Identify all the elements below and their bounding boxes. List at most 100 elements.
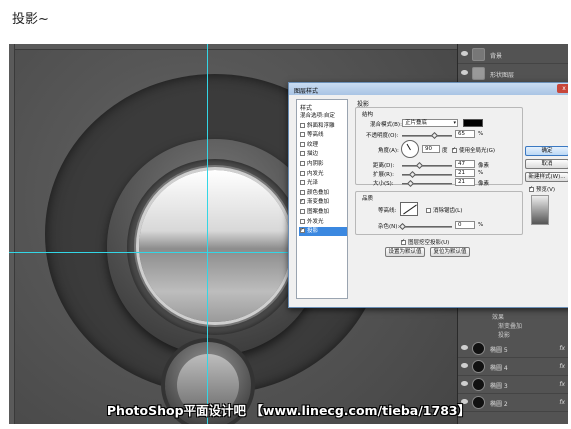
checkbox[interactable] [300, 226, 305, 235]
eye-icon[interactable] [461, 381, 468, 386]
eye-icon[interactable] [461, 363, 468, 368]
effects-label: 效果 [492, 314, 505, 321]
spread-input[interactable]: 21 [455, 169, 475, 177]
distance-input[interactable]: 47 [455, 160, 475, 168]
style-item[interactable]: 纹理 [299, 141, 347, 150]
checkbox[interactable] [300, 132, 305, 138]
set-default-button[interactable]: 设置为默认值 [385, 247, 425, 257]
fx-icon[interactable]: fx [559, 345, 565, 352]
checkbox[interactable] [300, 170, 305, 176]
style-item[interactable]: 内阴影 [299, 160, 347, 169]
pixel-unit: 像素 [478, 181, 490, 187]
style-item[interactable]: 斜面和浮雕 [299, 122, 347, 131]
effect-item[interactable]: 渐变叠加 [498, 321, 522, 330]
checkbox[interactable] [300, 161, 305, 166]
eye-icon[interactable] [461, 345, 468, 350]
style-item[interactable]: 混合选项:自定 [299, 112, 347, 121]
horizontal-ruler[interactable] [9, 44, 457, 50]
global-light-checkbox[interactable]: 使用全局光(G) [452, 146, 495, 154]
fx-icon[interactable]: fx [559, 363, 565, 370]
knockout-label: 图层挖空投影(U) [408, 240, 450, 246]
slider-handle[interactable] [415, 161, 424, 170]
style-item-label: 混合选项:自定 [300, 113, 335, 119]
layer-row[interactable]: 椭圆 3 fx [458, 376, 568, 394]
knockout-checkbox[interactable]: 图层挖空投影(U) [401, 238, 449, 246]
opacity-slider[interactable] [402, 131, 452, 140]
style-item-label: 描边 [307, 151, 319, 158]
layer-row[interactable]: 椭圆 5 fx [458, 340, 568, 358]
antialias-checkbox[interactable]: 消除锯齿(L) [426, 206, 462, 214]
style-item[interactable]: 等高线 [299, 131, 347, 140]
size-slider[interactable] [402, 179, 452, 188]
contour-picker[interactable] [400, 202, 418, 216]
vertical-ruler[interactable] [9, 44, 15, 424]
layer-row[interactable]: 椭圆 4 fx [458, 358, 568, 376]
style-item-label: 颜色叠加 [307, 189, 330, 196]
angle-input[interactable]: 90 [422, 145, 440, 153]
noise-label: 杂色(N): [378, 224, 400, 230]
style-item-label: 图案叠加 [307, 209, 330, 215]
checkbox[interactable] [300, 189, 305, 195]
style-item[interactable]: 渐变叠加 [299, 197, 347, 207]
checkbox[interactable] [300, 122, 305, 128]
checkbox[interactable] [300, 151, 305, 157]
checkbox[interactable] [452, 146, 457, 153]
size-input[interactable]: 21 [455, 178, 475, 186]
opacity-input[interactable]: 65 [455, 130, 475, 138]
percent-unit: % [478, 222, 484, 228]
layer-thumbnail [472, 378, 485, 391]
layer-name: 背景 [490, 53, 503, 60]
checkbox[interactable] [300, 141, 305, 147]
eye-icon[interactable] [461, 51, 468, 56]
noise-input[interactable]: 0 [455, 221, 475, 229]
noise-slider[interactable] [398, 222, 452, 231]
shadow-color-swatch[interactable] [463, 119, 483, 127]
style-item-label: 光泽 [307, 180, 319, 187]
effect-item[interactable]: 投影 [498, 330, 510, 339]
preview-checkbox[interactable]: 预览(V) [529, 185, 555, 193]
slider-handle[interactable] [406, 179, 415, 188]
percent-unit: % [478, 170, 484, 176]
checkbox[interactable] [300, 218, 305, 224]
slider-handle[interactable] [430, 131, 438, 140]
photoshop-screenshot: 背景 形状图层 效果 渐变叠加 投影 椭圆 5 fx 椭圆 4 fx 椭圆 3 … [9, 44, 568, 424]
style-item-label: 投影 [307, 228, 319, 235]
layer-row[interactable]: 背景 [458, 46, 568, 64]
checkbox[interactable] [401, 238, 406, 245]
style-item[interactable]: 光泽 [299, 179, 347, 188]
dialog-titlebar[interactable]: 图层样式 x [289, 83, 568, 95]
style-item[interactable]: 投影 [299, 226, 347, 237]
style-item-label: 等高线 [307, 132, 324, 139]
checkbox[interactable] [300, 197, 305, 206]
structure-title: 结构 [362, 112, 374, 118]
slider-handle[interactable] [408, 170, 417, 179]
eye-icon[interactable] [461, 70, 468, 75]
slider-handle[interactable] [398, 222, 407, 231]
cancel-button[interactable]: 取消 [525, 159, 568, 169]
reset-default-button[interactable]: 复位为默认值 [430, 247, 470, 257]
style-item[interactable]: 外发光 [299, 218, 347, 227]
style-item[interactable]: 图案叠加 [299, 208, 347, 217]
close-icon[interactable]: x [557, 84, 568, 93]
distance-slider[interactable] [402, 161, 452, 170]
checkbox[interactable] [300, 180, 305, 186]
checkbox[interactable] [300, 209, 305, 214]
fx-icon[interactable]: fx [559, 381, 565, 388]
vertical-guide[interactable] [207, 44, 208, 424]
angle-unit: 度 [442, 148, 448, 154]
checkbox[interactable] [529, 185, 534, 192]
new-style-button[interactable]: 新建样式(W)... [525, 172, 568, 182]
layer-row[interactable]: 形状图层 [458, 65, 568, 83]
style-item[interactable]: 颜色叠加 [299, 189, 347, 198]
layer-thumbnail [472, 48, 485, 61]
angle-dial[interactable] [401, 140, 419, 158]
spread-slider[interactable] [402, 170, 452, 179]
blend-mode-select[interactable]: 正片叠底 [402, 119, 458, 127]
contour-label: 等高线: [378, 208, 397, 214]
checkbox[interactable] [426, 208, 431, 213]
style-item[interactable]: 内发光 [299, 170, 347, 179]
spread-label: 扩展(R): [373, 172, 394, 178]
style-item-label: 纹理 [307, 141, 319, 148]
style-item[interactable]: 描边 [299, 150, 347, 159]
ok-button[interactable]: 确定 [525, 146, 568, 156]
